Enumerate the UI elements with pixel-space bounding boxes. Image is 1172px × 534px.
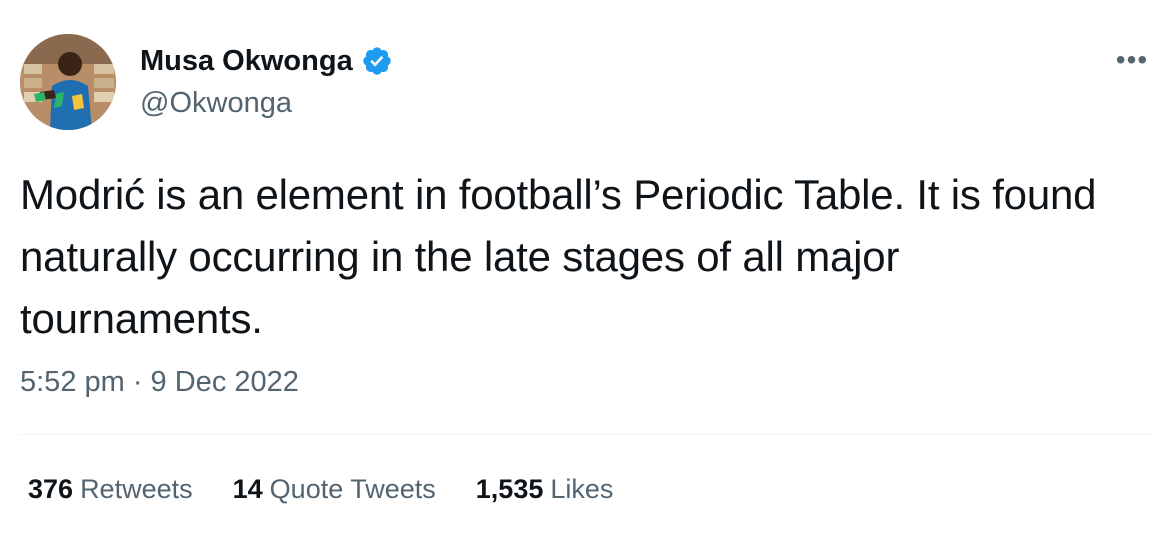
divider — [20, 434, 1152, 435]
user-handle[interactable]: @Okwonga — [140, 86, 292, 120]
verified-badge-icon — [361, 45, 393, 77]
display-name-text[interactable]: Musa Okwonga — [140, 44, 353, 78]
retweets-label: Retweets — [80, 474, 193, 504]
likes-stat[interactable]: 1,535 Likes — [476, 472, 614, 506]
retweets-count: 376 — [28, 474, 74, 504]
tweet-timestamp[interactable]: 5:52 pm · 9 Dec 2022 — [20, 364, 299, 400]
quote-tweets-count: 14 — [232, 474, 263, 504]
retweets-stat[interactable]: 376 Retweets — [28, 472, 193, 506]
avatar[interactable] — [20, 34, 116, 130]
tweet-text: Modrić is an element in football’s Perio… — [20, 171, 1097, 342]
quote-tweets-label: Quote Tweets — [269, 474, 436, 504]
more-horizontal-icon: ••• — [1115, 44, 1149, 75]
likes-label: Likes — [550, 474, 614, 504]
tweet-card: Musa Okwonga @Okwonga ••• Modrić is an e… — [0, 0, 1172, 534]
display-name[interactable]: Musa Okwonga — [140, 44, 393, 78]
quote-tweets-stat[interactable]: 14 Quote Tweets — [233, 472, 436, 506]
avatar-image — [20, 34, 116, 130]
more-options-button[interactable]: ••• — [1110, 40, 1154, 80]
tweet-stats: 376 Retweets 14 Quote Tweets 1,535 Likes — [28, 472, 613, 506]
likes-count: 1,535 — [475, 474, 544, 504]
